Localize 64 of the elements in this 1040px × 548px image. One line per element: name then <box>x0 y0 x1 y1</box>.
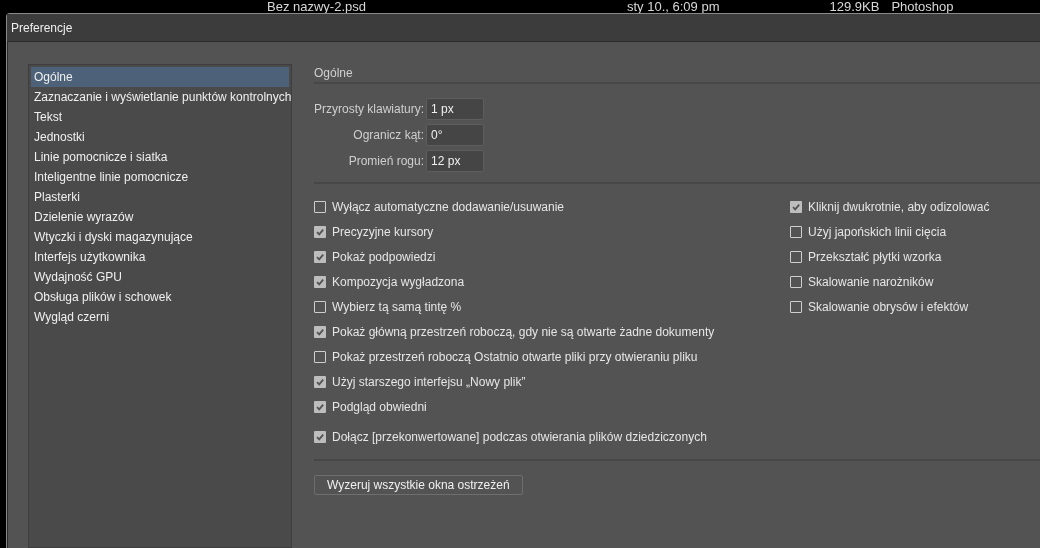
checkbox-option[interactable]: Podgląd obwiedni <box>314 394 790 419</box>
file-size: 129.9KB <box>829 0 880 13</box>
checkbox-option[interactable]: Pokaż podpowiedzi <box>314 244 790 269</box>
category-item[interactable]: Interfejs użytkownika <box>31 247 289 267</box>
check-icon <box>791 201 801 212</box>
checkbox[interactable] <box>790 225 802 238</box>
file-name: Bez nazwy-2.psd <box>267 0 366 13</box>
checkbox[interactable] <box>790 200 802 213</box>
file-date: sty 10., 6:09 pm <box>627 0 720 13</box>
category-item[interactable]: Ogólne <box>31 67 289 87</box>
checkbox-option[interactable]: Użyj starszego interfejsu „Nowy plik” <box>314 369 790 394</box>
checkbox-option[interactable]: Skalowanie narożników <box>790 269 990 294</box>
checkbox[interactable] <box>790 300 802 313</box>
category-item[interactable]: Inteligentne linie pomocnicze <box>31 167 289 187</box>
checkbox-option[interactable]: Skalowanie obrysów i efektów <box>790 294 990 319</box>
checkbox-option[interactable]: Dołącz [przekonwertowane] podczas otwierania plików dziedziczonych <box>314 424 790 449</box>
field-label: Promień rogu: <box>347 153 425 170</box>
checkbox-option[interactable]: Precyzyjne kursory <box>314 219 790 244</box>
checkbox[interactable] <box>314 275 326 288</box>
category-item[interactable]: Jednostki <box>31 127 289 147</box>
checkbox-option[interactable]: Pokaż główną przestrzeń roboczą, gdy nie są otwarte żadne dokumenty <box>314 319 790 344</box>
check-icon <box>315 431 325 442</box>
checkbox-option[interactable]: Przekształć płytki wzorka <box>790 244 990 269</box>
checkbox-option[interactable]: Wyłącz automatyczne dodawanie/usuwanie <box>314 194 790 219</box>
category-item[interactable]: Zaznaczanie i wyświetlanie punktów kontrolnych <box>31 87 289 107</box>
field-label: Przyrosty klawiatury: <box>314 101 425 118</box>
checkbox-option[interactable]: Wybierz tą samą tintę % <box>314 294 790 319</box>
reset-warnings-button[interactable]: Wyzeruj wszystkie okna ostrzeżeń <box>314 475 523 495</box>
field-label: Ogranicz kąt: <box>352 127 425 144</box>
category-item[interactable]: Dzielenie wyrazów <box>31 207 289 227</box>
section-title: Ogólne <box>314 65 354 80</box>
category-item[interactable]: Linie pomocnicze i siatka <box>31 147 289 167</box>
category-item[interactable]: Obsługa plików i schowek <box>31 287 289 307</box>
checkbox-option[interactable]: Pokaż przestrzeń roboczą Ostatnio otwarte pliki przy otwieraniu pliku <box>314 344 790 369</box>
check-icon <box>315 276 325 287</box>
window-title: Preferencje <box>11 19 73 37</box>
category-item[interactable]: Plasterki <box>31 187 289 207</box>
category-item[interactable]: Wydajność GPU <box>31 267 289 287</box>
checkbox-option[interactable]: Kompozycja wygładzona <box>314 269 790 294</box>
checkbox[interactable] <box>314 375 326 388</box>
category-item[interactable]: Wtyczki i dyski magazynujące <box>31 227 289 247</box>
checkbox[interactable] <box>790 250 802 263</box>
checkbox[interactable] <box>314 400 326 413</box>
checkbox[interactable] <box>314 200 326 213</box>
checkbox[interactable] <box>314 250 326 263</box>
checkbox[interactable] <box>314 430 326 443</box>
checkbox[interactable] <box>314 325 326 338</box>
checkbox[interactable] <box>314 225 326 238</box>
input-field[interactable]: 12 px <box>426 150 485 172</box>
check-icon <box>315 226 325 237</box>
input-field[interactable]: 0° <box>426 124 485 146</box>
category-item[interactable]: Tekst <box>31 107 289 127</box>
input-field[interactable]: 1 px <box>426 98 485 120</box>
check-icon <box>315 326 325 337</box>
check-icon <box>315 376 325 387</box>
checkbox[interactable] <box>314 350 326 363</box>
check-icon <box>315 251 325 262</box>
category-item[interactable]: Wygląd czerni <box>31 307 289 327</box>
file-app: Photoshop <box>891 0 954 13</box>
checkbox-option[interactable]: Użyj japońskich linii cięcia <box>790 219 990 244</box>
checkbox[interactable] <box>314 300 326 313</box>
check-icon <box>315 401 325 412</box>
checkbox[interactable] <box>790 275 802 288</box>
checkbox-option[interactable]: Kliknij dwukrotnie, aby odizolować <box>790 194 990 219</box>
